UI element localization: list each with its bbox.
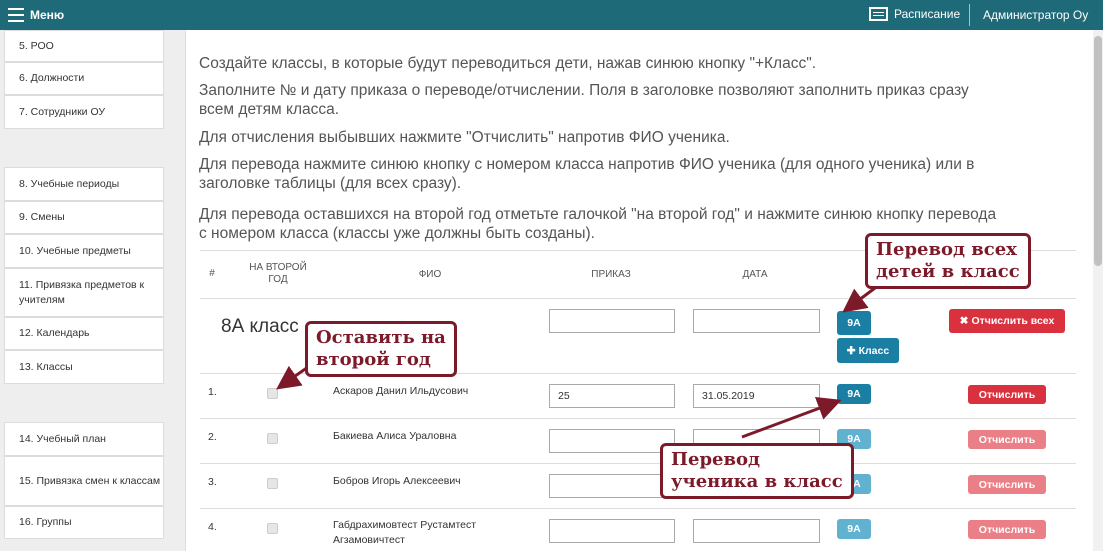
student-name-line2: Агзамовичтест (333, 534, 405, 546)
expel-button[interactable]: Отчислить (968, 520, 1046, 539)
student-name: Габдрахимовтест Рустамтест (333, 519, 477, 531)
date-all-input[interactable] (693, 309, 820, 333)
second-year-checkbox[interactable] (267, 433, 278, 444)
sidebar-item-shifts[interactable]: 9. Смены (4, 201, 164, 234)
callout-transfer-all-line1: Перевод всех (876, 239, 1017, 260)
expel-button[interactable]: Отчислить (968, 430, 1046, 449)
instruction-create-class: Создайте классы, в которые будут перевод… (199, 55, 817, 72)
row-num: 4. (208, 521, 217, 533)
hamburger-icon (8, 8, 24, 22)
second-year-checkbox[interactable] (267, 388, 278, 399)
instruction-order-fill-1: Заполните № и дату приказа о переводе/от… (199, 82, 969, 99)
col-header-second-year-line2: ГОД (268, 274, 288, 285)
user-menu[interactable]: Администратор Оу (983, 8, 1088, 22)
sidebar-item-groups[interactable]: 16. Группы (4, 506, 164, 539)
instruction-transfer-2: заголовке таблицы (для всех сразу). (199, 175, 462, 192)
order-input[interactable] (549, 429, 675, 453)
date-input[interactable] (693, 519, 820, 543)
order-all-input[interactable] (549, 309, 675, 333)
col-header-date: ДАТА (742, 269, 768, 280)
sidebar-item-roo[interactable]: 5. РОО (4, 30, 164, 62)
class-title: 8А класс (221, 316, 299, 337)
sidebar-item-curriculum[interactable]: 14. Учебный план (4, 422, 164, 456)
callout-transfer-all-line2: детей в класс (876, 261, 1020, 282)
plus-icon: ✚ (846, 344, 856, 357)
row-border (200, 418, 1076, 419)
callout-second-year: Оставить на второй год (305, 321, 457, 377)
transfer-button[interactable]: 9А (837, 519, 871, 539)
col-header-second-year: НА ВТОРОЙ ГОД (238, 262, 318, 286)
callout-transfer-one-line2: ученика в класс (671, 471, 843, 492)
date-input[interactable]: 31.05.2019 (693, 384, 820, 408)
instruction-order-fill-2: всем детям класса. (199, 101, 340, 118)
col-header-num: # (209, 268, 215, 279)
add-class-button[interactable]: ✚ Класс (837, 338, 899, 363)
student-name: Бобров Игорь Алексеевич (333, 475, 461, 487)
callout-transfer-one: Перевод ученика в класс (660, 443, 854, 499)
sidebar-item-subjects[interactable]: 10. Учебные предметы (4, 234, 164, 268)
callout-transfer-all: Перевод всех детей в класс (865, 233, 1031, 289)
table-header-border (200, 298, 1076, 299)
callout-second-year-line1: Оставить на (316, 327, 446, 348)
student-name: Аскаров Данил Ильдусович (333, 385, 469, 397)
order-input[interactable] (549, 519, 675, 543)
callout-transfer-one-line1: Перевод (671, 449, 760, 470)
instruction-repeat-year-1: Для перевода оставшихся на второй год от… (199, 206, 997, 223)
scrollbar-thumb[interactable] (1094, 36, 1102, 266)
sidebar-item-subject-teachers[interactable]: 11. Привязка предметов к учителям (4, 268, 164, 317)
row-num: 3. (208, 476, 217, 488)
col-header-second-year-line1: НА ВТОРОЙ (249, 262, 307, 273)
add-class-label: Класс (858, 344, 890, 357)
row-num: 1. (208, 386, 217, 398)
expel-all-label: Отчислить всех (971, 315, 1055, 327)
sidebar-item-classes[interactable]: 13. Классы (4, 350, 164, 384)
second-year-checkbox[interactable] (267, 523, 278, 534)
instruction-expel: Для отчисления выбывших нажмите "Отчисли… (199, 129, 730, 146)
row-num: 2. (208, 431, 217, 443)
expel-all-button[interactable]: ✖ Отчислить всех (949, 309, 1065, 333)
row-border (200, 508, 1076, 509)
scrollbar[interactable] (1093, 30, 1103, 551)
schedule-icon (869, 7, 888, 21)
order-input[interactable] (549, 474, 675, 498)
instruction-transfer-1: Для перевода нажмите синюю кнопку с номе… (199, 156, 975, 173)
sidebar-item-shift-classes[interactable]: 15. Привязка смен к классам (4, 456, 164, 506)
close-icon: ✖ (959, 315, 969, 327)
schedule-link[interactable]: Расписание (869, 7, 960, 21)
instruction-repeat-year-2: с номером класса (классы уже должны быть… (199, 225, 595, 242)
expel-button[interactable]: Отчислить (968, 385, 1046, 404)
sidebar-item-periods[interactable]: 8. Учебные периоды (4, 167, 164, 201)
sidebar-item-staff[interactable]: 7. Сотрудники ОУ (4, 95, 164, 129)
order-input[interactable]: 25 (549, 384, 675, 408)
navbar-divider (969, 4, 970, 26)
transfer-button[interactable]: 9А (837, 384, 871, 404)
callout-second-year-line2: второй год (316, 349, 431, 370)
expel-button[interactable]: Отчислить (968, 475, 1046, 494)
schedule-label: Расписание (894, 7, 961, 21)
student-name: Бакиева Алиса Ураловна (333, 430, 457, 442)
sidebar-item-positions[interactable]: 6. Должности (4, 62, 164, 95)
instructions: Создайте классы, в которые будут перевод… (187, 30, 1103, 551)
row-border (200, 463, 1076, 464)
menu-button[interactable]: Меню (8, 6, 64, 24)
second-year-checkbox[interactable] (267, 478, 278, 489)
menu-label: Меню (30, 8, 65, 22)
transfer-all-button[interactable]: 9А (837, 311, 871, 335)
col-header-fio: ФИО (418, 269, 442, 280)
sidebar-item-calendar[interactable]: 12. Календарь (4, 317, 164, 350)
col-header-order: ПРИКАЗ (591, 269, 631, 280)
top-navbar: Меню Расписание Администратор Оу (0, 0, 1103, 30)
